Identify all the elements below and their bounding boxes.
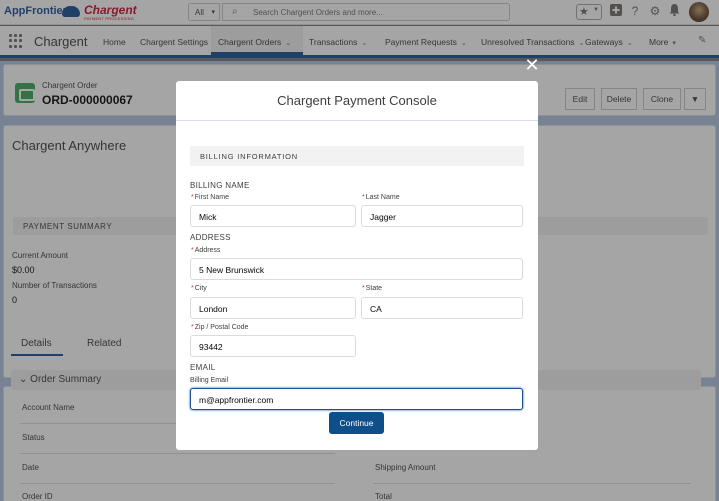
last-name-field[interactable]: Jagger: [361, 205, 523, 227]
close-icon[interactable]: ✕: [524, 56, 540, 74]
address-field[interactable]: 5 New Brunswick: [190, 258, 523, 280]
required-marker: *: [191, 285, 194, 292]
city-label: *City: [191, 285, 207, 292]
continue-button[interactable]: Continue: [329, 412, 384, 434]
first-name-label: *First Name: [191, 194, 229, 201]
billing-email-field[interactable]: m@appfrontier.com: [190, 388, 523, 410]
last-name-label: *Last Name: [362, 194, 400, 201]
first-name-field[interactable]: Mick: [190, 205, 356, 227]
zip-label: *Zip / Postal Code: [191, 324, 249, 331]
address-label: *Address: [191, 247, 221, 254]
payment-console-modal: Chargent Payment Console BILLING INFORMA…: [176, 81, 538, 450]
billing-email-label: Billing Email: [190, 377, 229, 384]
required-marker: *: [191, 324, 194, 331]
city-field[interactable]: London: [190, 297, 356, 319]
state-label: *State: [362, 285, 383, 292]
zip-field[interactable]: 93442: [190, 335, 356, 357]
state-field[interactable]: CA: [361, 297, 523, 319]
modal-header: Chargent Payment Console: [176, 81, 538, 121]
address-group-label: ADDRESS: [190, 233, 231, 242]
billing-information-header: BILLING INFORMATION: [190, 146, 524, 166]
modal-title: Chargent Payment Console: [277, 93, 437, 108]
billing-name-group-label: BILLING NAME: [190, 181, 250, 190]
required-marker: *: [191, 194, 194, 201]
required-marker: *: [191, 247, 194, 254]
email-group-label: EMAIL: [190, 363, 216, 372]
required-marker: *: [362, 194, 365, 201]
required-marker: *: [362, 285, 365, 292]
